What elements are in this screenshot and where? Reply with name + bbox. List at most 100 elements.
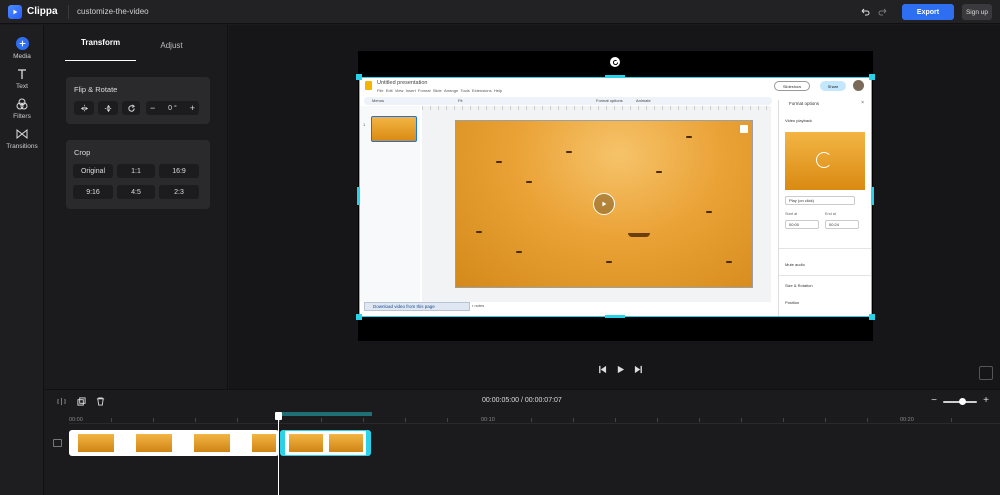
ruler-tick <box>447 418 448 422</box>
bird <box>476 231 482 233</box>
playhead[interactable] <box>278 412 279 495</box>
zoom-in-icon[interactable]: + <box>980 394 992 406</box>
resize-handle-bottom-right[interactable] <box>869 314 875 320</box>
rotate-button[interactable] <box>122 101 140 115</box>
skip-back-icon[interactable] <box>595 362 609 376</box>
bird <box>516 251 522 253</box>
clip-thumbnail <box>194 434 230 452</box>
bird <box>706 211 712 213</box>
slides-menu: File Edit View Insert Format Slide Arran… <box>377 88 503 93</box>
rail-item-transitions[interactable]: Transitions <box>0 123 44 153</box>
play-button-icon[interactable] <box>613 362 627 376</box>
rotate-handle-icon[interactable] <box>610 57 620 67</box>
playhead-handle[interactable] <box>275 412 282 420</box>
play-icon <box>593 193 615 215</box>
undo-icon[interactable] <box>858 5 872 19</box>
split-icon[interactable] <box>55 395 67 407</box>
clip-thumbnail <box>136 434 172 452</box>
ruler-tick <box>825 418 826 422</box>
increment-icon[interactable]: + <box>190 103 195 113</box>
app: Clippa customize-the-video Export Sign u… <box>0 0 1000 495</box>
slideshow-button: Slideshow <box>774 81 810 91</box>
slide-thumbnails: 1 <box>360 106 420 302</box>
ruler-label: 00:10 <box>481 417 495 423</box>
video-playback-label: Video playback <box>785 118 813 123</box>
ruler-tick <box>615 418 616 422</box>
position-label: Position <box>785 300 800 305</box>
ruler-label: 00:00 <box>69 417 83 423</box>
format-options-panel: Format options × Video playback Play (on… <box>778 100 871 316</box>
timeline-ruler: 00:00 00:10 00:20 <box>69 412 1000 424</box>
resize-handle-bottom[interactable] <box>605 315 625 318</box>
resize-handle-top-left[interactable] <box>356 74 362 80</box>
timeline: 00:00:05:00 / 00:00:07:07 − + 00:00 00:1… <box>45 389 1000 495</box>
crop-title: Crop <box>74 148 91 157</box>
ruler-tick <box>111 418 112 422</box>
mute-audio-label: Mute audio <box>785 262 805 267</box>
end-at-label: End at <box>825 212 836 216</box>
flip-horizontal-button[interactable] <box>74 101 94 115</box>
rail-item-media[interactable]: Media <box>0 33 44 63</box>
export-button[interactable]: Export <box>902 4 954 20</box>
ruler-tick <box>699 418 700 422</box>
embedded-video <box>455 120 753 288</box>
fit-screen-icon[interactable] <box>979 366 993 380</box>
tab-transform[interactable]: Transform <box>65 25 136 61</box>
slides-toolbar: Menus Fit Format options Animate <box>364 97 772 105</box>
flip-vertical-button[interactable] <box>98 101 118 115</box>
crop-original-button[interactable]: Original <box>73 164 113 178</box>
resize-handle-top[interactable] <box>605 75 625 78</box>
rotation-value[interactable]: 0 ° <box>168 105 177 112</box>
crop-1-1-button[interactable]: 1:1 <box>117 164 155 178</box>
clip-trim-handle-left[interactable] <box>281 431 285 455</box>
duplicate-icon[interactable] <box>75 395 87 407</box>
bird <box>686 136 692 138</box>
bird <box>496 161 502 163</box>
signup-button[interactable]: Sign up <box>962 4 992 20</box>
logo[interactable]: Clippa <box>0 4 68 19</box>
rail-item-label: Media <box>13 52 31 60</box>
delete-icon[interactable] <box>94 395 106 407</box>
left-rail: Media Text Filters Transitions <box>0 25 44 495</box>
decrement-icon[interactable]: − <box>150 103 155 113</box>
close-icon: × <box>861 100 864 106</box>
tab-adjust[interactable]: Adjust <box>136 25 207 65</box>
toolbar-menus: Menus <box>372 98 385 103</box>
project-name[interactable]: customize-the-video <box>77 7 149 16</box>
clip-thumbnail <box>252 434 276 452</box>
divider <box>779 275 871 276</box>
resize-handle-top-right[interactable] <box>869 74 875 80</box>
format-video-preview <box>785 132 865 190</box>
boat <box>628 233 650 237</box>
bird <box>606 261 612 263</box>
slides-logo-icon <box>365 81 372 90</box>
clip-thumbnail <box>78 434 114 452</box>
rail-item-label: Text <box>16 82 28 90</box>
redo-icon[interactable] <box>876 5 890 19</box>
video-clip[interactable] <box>69 430 279 456</box>
crop-4-5-button[interactable]: 4:5 <box>117 185 155 199</box>
text-icon <box>15 67 29 81</box>
crop-9-16-button[interactable]: 9:16 <box>73 185 113 199</box>
crop-2-3-button[interactable]: 2:3 <box>159 185 199 199</box>
clip-thumbnail <box>329 434 363 452</box>
ruler-tick <box>573 418 574 422</box>
skip-forward-icon[interactable] <box>631 362 645 376</box>
resize-handle-right[interactable] <box>871 187 874 205</box>
rail-item-text[interactable]: Text <box>0 63 44 93</box>
rail-item-filters[interactable]: Filters <box>0 93 44 123</box>
resize-handle-left[interactable] <box>357 187 360 205</box>
zoom-out-icon[interactable]: − <box>928 394 940 406</box>
rotation-stepper[interactable]: − 0 ° + <box>146 101 199 115</box>
playback-controls <box>595 362 649 376</box>
selected-video-frame[interactable]: Untitled presentation File Edit View Ins… <box>359 77 872 317</box>
selected-video-clip[interactable] <box>280 430 371 456</box>
loading-spinner-icon <box>816 152 832 168</box>
zoom-slider-handle[interactable] <box>959 398 966 405</box>
clip-trim-handle-right[interactable] <box>366 431 370 455</box>
crop-16-9-button[interactable]: 16:9 <box>159 164 199 178</box>
bird <box>526 181 532 183</box>
resize-handle-bottom-left[interactable] <box>356 314 362 320</box>
bird <box>726 261 732 263</box>
start-at-field: 00:00 <box>785 220 819 229</box>
